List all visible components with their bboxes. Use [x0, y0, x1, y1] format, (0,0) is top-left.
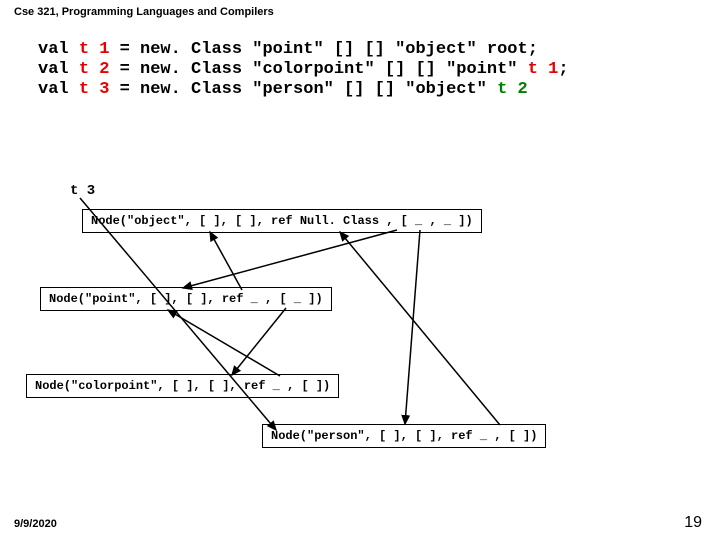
code-var-t2: t 2: [79, 60, 110, 79]
code-rest3a: = new. Class "person" [] [] "object": [109, 80, 497, 99]
code-var-t3: t 3: [79, 80, 110, 99]
code-tail-t2: t 2: [497, 80, 528, 99]
code-rest2a: = new. Class "colorpoint" [] [] "point": [109, 60, 527, 79]
footer-date: 9/9/2020: [14, 518, 57, 530]
code-rest1: = new. Class "point" [] [] "object" root…: [109, 40, 537, 59]
node-person: Node("person", [ ], [ ], ref _ , [ ]): [262, 424, 546, 448]
code-var-t1: t 1: [79, 40, 110, 59]
node-point: Node("point", [ ], [ ], ref _ , [ _ ]): [40, 287, 332, 311]
code-block: val t 1 = new. Class "point" [] [] "obje…: [38, 40, 569, 100]
code-rest2b: ;: [558, 60, 568, 79]
code-kw: val: [38, 80, 79, 99]
slide-header: Cse 321, Programming Languages and Compi…: [14, 6, 274, 18]
footer-page-number: 19: [684, 514, 702, 532]
node-colorpoint: Node("colorpoint", [ ], [ ], ref _ , [ ]…: [26, 374, 339, 398]
code-tail-t1: t 1: [528, 60, 559, 79]
t3-pointer-label: t 3: [70, 183, 95, 199]
code-kw: val: [38, 60, 79, 79]
code-kw: val: [38, 40, 79, 59]
node-object: Node("object", [ ], [ ], ref Null. Class…: [82, 209, 482, 233]
